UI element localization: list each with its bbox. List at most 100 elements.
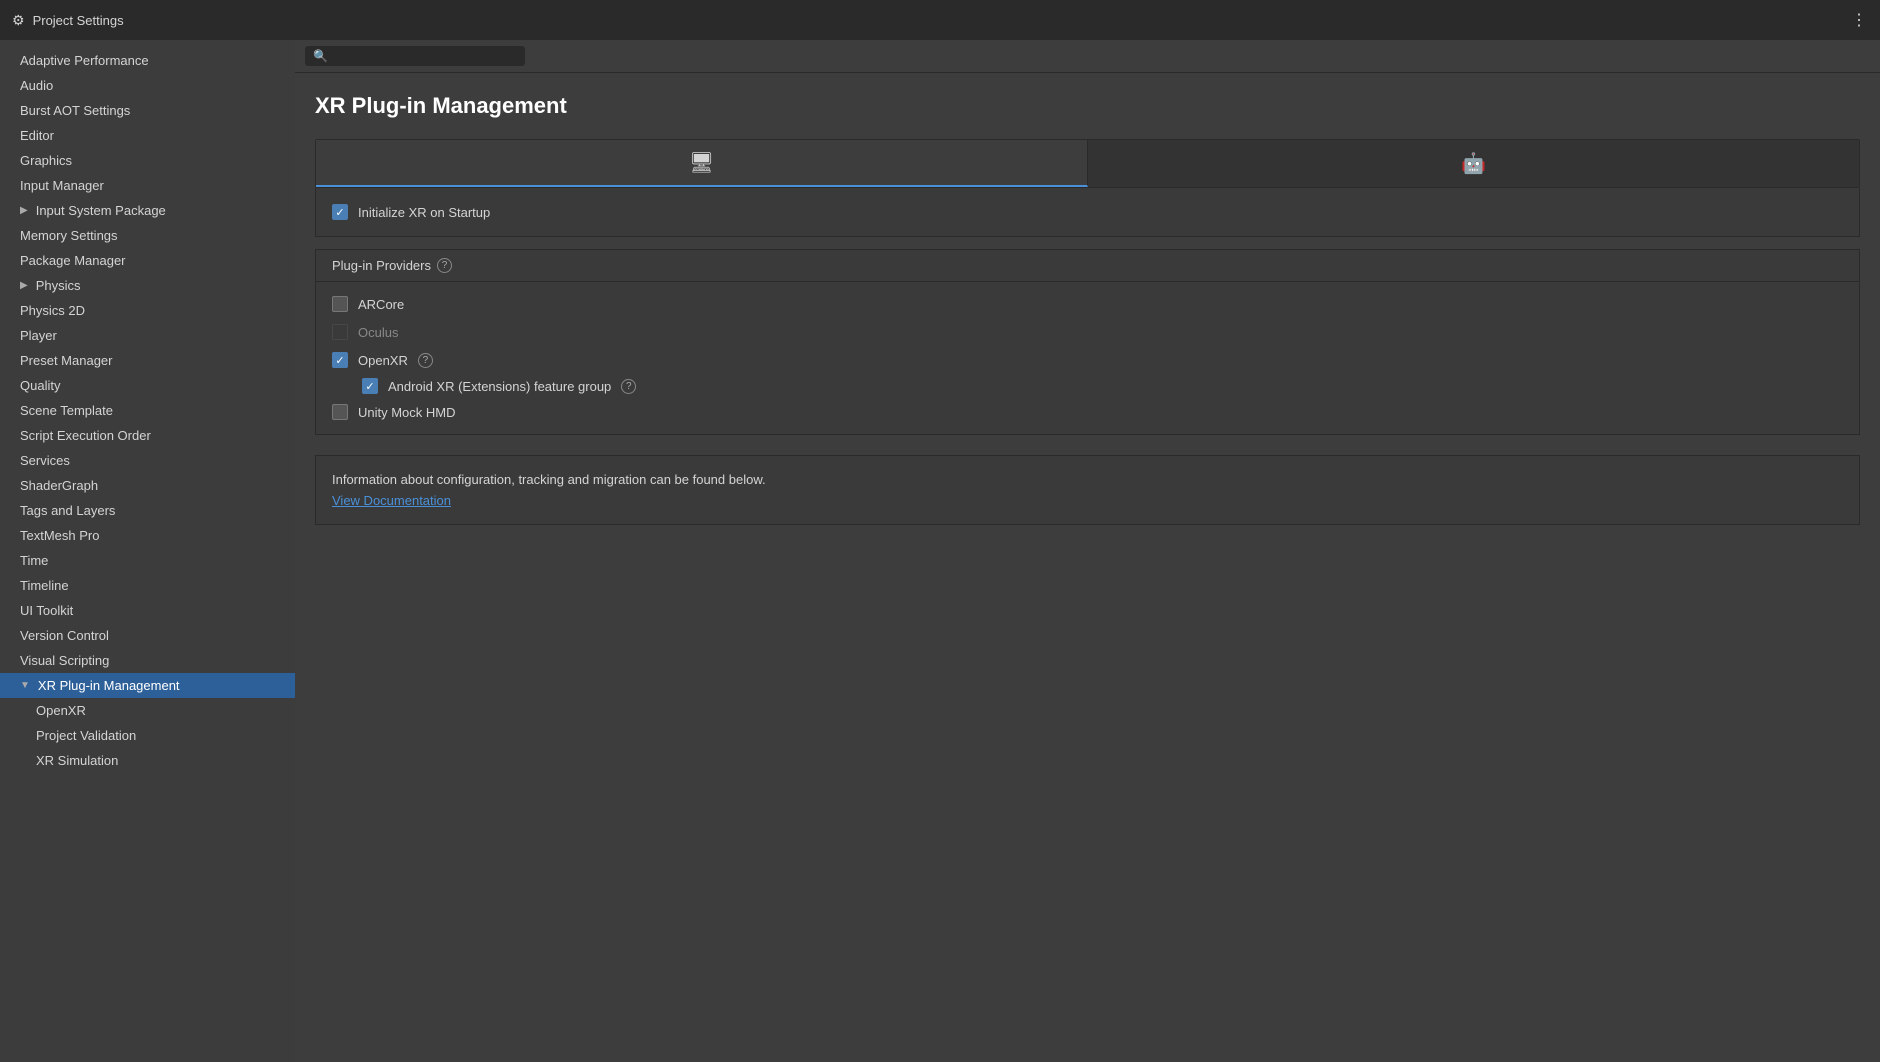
sidebar-item-label-xr-simulation: XR Simulation <box>36 753 118 768</box>
sidebar: Adaptive Performance Audio Burst AOT Setti… <box>0 40 295 1062</box>
view-documentation-link[interactable]: View Documentation <box>332 493 451 508</box>
sidebar-item-quality[interactable]: Quality <box>0 373 295 398</box>
more-options-icon[interactable]: ⋮ <box>1851 10 1868 30</box>
provider-name-android-xr-extensions: Android XR (Extensions) feature group <box>388 379 611 394</box>
provider-name-arcore: ARCore <box>358 297 404 312</box>
providers-header: Plug-in Providers ? <box>316 250 1859 282</box>
sidebar-item-openxr[interactable]: OpenXR <box>0 698 295 723</box>
content-area: 🔍 XR Plug-in Management 🖥🤖 Initialize XR… <box>295 40 1880 1062</box>
titlebar-left: ⚙ Project Settings <box>12 12 124 29</box>
sidebar-item-label-project-validation: Project Validation <box>36 728 136 743</box>
sidebar-item-xr-simulation[interactable]: XR Simulation <box>0 748 295 773</box>
sidebar-item-label-physics-2d: Physics 2D <box>20 303 85 318</box>
sidebar-item-timeline[interactable]: Timeline <box>0 573 295 598</box>
search-icon: 🔍 <box>313 49 328 63</box>
provider-checkbox-oculus[interactable] <box>332 324 348 340</box>
sub-help-android-xr-extensions[interactable]: ? <box>621 379 636 394</box>
sidebar-item-editor[interactable]: Editor <box>0 123 295 148</box>
desktop-tab-icon: 🖥 <box>689 150 714 175</box>
main-layout: Adaptive Performance Audio Burst AOT Setti… <box>0 40 1880 1062</box>
sidebar-item-audio[interactable]: Audio <box>0 73 295 98</box>
sidebar-item-physics-2d[interactable]: Physics 2D <box>0 298 295 323</box>
sidebar-item-services[interactable]: Services <box>0 448 295 473</box>
tab-android[interactable]: 🤖 <box>1088 140 1859 187</box>
sidebar-item-label-version-control: Version Control <box>20 628 109 643</box>
sidebar-item-memory-settings[interactable]: Memory Settings <box>0 223 295 248</box>
provider-checkbox-openxr[interactable] <box>332 352 348 368</box>
titlebar-title: Project Settings <box>33 13 124 28</box>
sidebar-item-preset-manager[interactable]: Preset Manager <box>0 348 295 373</box>
sidebar-item-scene-template[interactable]: Scene Template <box>0 398 295 423</box>
sidebar-item-project-validation[interactable]: Project Validation <box>0 723 295 748</box>
sidebar-item-input-system-package[interactable]: ▶ Input System Package <box>0 198 295 223</box>
sidebar-item-ui-toolkit[interactable]: UI Toolkit <box>0 598 295 623</box>
sidebar-item-adaptive-performance[interactable]: Adaptive Performance <box>0 48 295 73</box>
providers-list: ARCoreOculusOpenXR?Android XR (Extension… <box>316 282 1859 434</box>
sidebar-item-label-input-system-package: Input System Package <box>36 203 166 218</box>
sidebar-item-xr-plugin-management[interactable]: ▼ XR Plug-in Management <box>0 673 295 698</box>
sidebar-item-version-control[interactable]: Version Control <box>0 623 295 648</box>
sidebar-item-input-manager[interactable]: Input Manager <box>0 173 295 198</box>
expand-arrow-xr-plugin-management: ▼ <box>20 680 30 691</box>
sidebar-item-label-input-manager: Input Manager <box>20 178 104 193</box>
search-bar: 🔍 <box>295 40 1880 73</box>
sidebar-item-label-quality: Quality <box>20 378 60 393</box>
sidebar-item-player[interactable]: Player <box>0 323 295 348</box>
tab-desktop[interactable]: 🖥 <box>316 140 1088 187</box>
provider-name-openxr: OpenXR <box>358 353 408 368</box>
provider-name-unity-mock-hmd: Unity Mock HMD <box>358 405 456 420</box>
search-input-wrap[interactable]: 🔍 <box>305 46 525 66</box>
initialize-xr-label: Initialize XR on Startup <box>358 205 490 220</box>
sidebar-item-label-package-manager: Package Manager <box>20 253 126 268</box>
sidebar-item-physics[interactable]: ▶Physics <box>0 273 295 298</box>
sidebar-item-label-script-execution-order: Script Execution Order <box>20 428 151 443</box>
info-text: Information about configuration, trackin… <box>332 472 1843 487</box>
sidebar-item-label-adaptive-performance: Adaptive Performance <box>20 53 149 68</box>
sidebar-item-label-editor: Editor <box>20 128 54 143</box>
gear-icon: ⚙ <box>12 12 25 29</box>
provider-checkbox-android-xr-extensions[interactable] <box>362 378 378 394</box>
provider-item-arcore: ARCore <box>332 290 1843 318</box>
sidebar-item-label-textmesh-pro: TextMesh Pro <box>20 528 99 543</box>
tab-bar: 🖥🤖 <box>315 139 1860 188</box>
initialize-xr-checkbox[interactable] <box>332 204 348 220</box>
sidebar-item-script-execution-order[interactable]: Script Execution Order <box>0 423 295 448</box>
info-section: Information about configuration, trackin… <box>315 455 1860 525</box>
sidebar-item-label-graphics: Graphics <box>20 153 72 168</box>
expand-arrow-input-system-package: ▶ <box>20 205 28 216</box>
sidebar-item-label-services: Services <box>20 453 70 468</box>
sidebar-item-label-shadergraph: ShaderGraph <box>20 478 98 493</box>
sidebar-item-package-manager[interactable]: Package Manager <box>0 248 295 273</box>
android-tab-icon: 🤖 <box>1461 151 1486 176</box>
content-body: XR Plug-in Management 🖥🤖 Initialize XR o… <box>295 73 1880 1062</box>
page-title: XR Plug-in Management <box>315 93 1860 119</box>
sidebar-item-graphics[interactable]: Graphics <box>0 148 295 173</box>
provider-sub-android-xr-extensions: Android XR (Extensions) feature group? <box>332 374 1843 398</box>
provider-item-openxr: OpenXR? <box>332 346 1843 374</box>
sidebar-item-label-memory-settings: Memory Settings <box>20 228 118 243</box>
sidebar-item-label-physics: Physics <box>36 278 81 293</box>
provider-item-unity-mock-hmd: Unity Mock HMD <box>332 398 1843 426</box>
sidebar-item-time[interactable]: Time <box>0 548 295 573</box>
initialize-xr-row: Initialize XR on Startup <box>332 200 1843 224</box>
sidebar-item-label-scene-template: Scene Template <box>20 403 113 418</box>
provider-help-openxr[interactable]: ? <box>418 353 433 368</box>
provider-checkbox-unity-mock-hmd[interactable] <box>332 404 348 420</box>
plugin-providers-section: Plug-in Providers ? ARCoreOculusOpenXR?A… <box>315 249 1860 435</box>
provider-item-oculus: Oculus <box>332 318 1843 346</box>
sidebar-item-label-tags-and-layers: Tags and Layers <box>20 503 115 518</box>
sidebar-item-burst-aot-settings[interactable]: Burst AOT Settings <box>0 98 295 123</box>
sidebar-item-label-burst-aot-settings: Burst AOT Settings <box>20 103 130 118</box>
provider-checkbox-arcore[interactable] <box>332 296 348 312</box>
sidebar-item-label-xr-plugin-management: XR Plug-in Management <box>38 678 180 693</box>
sidebar-item-textmesh-pro[interactable]: TextMesh Pro <box>0 523 295 548</box>
providers-help-icon[interactable]: ? <box>437 258 452 273</box>
sidebar-item-label-time: Time <box>20 553 48 568</box>
sidebar-item-label-timeline: Timeline <box>20 578 69 593</box>
sidebar-item-tags-and-layers[interactable]: Tags and Layers <box>0 498 295 523</box>
sidebar-item-label-openxr: OpenXR <box>36 703 86 718</box>
sidebar-item-visual-scripting[interactable]: Visual Scripting <box>0 648 295 673</box>
sidebar-item-shadergraph[interactable]: ShaderGraph <box>0 473 295 498</box>
sidebar-item-label-visual-scripting: Visual Scripting <box>20 653 109 668</box>
search-input[interactable] <box>333 49 513 63</box>
